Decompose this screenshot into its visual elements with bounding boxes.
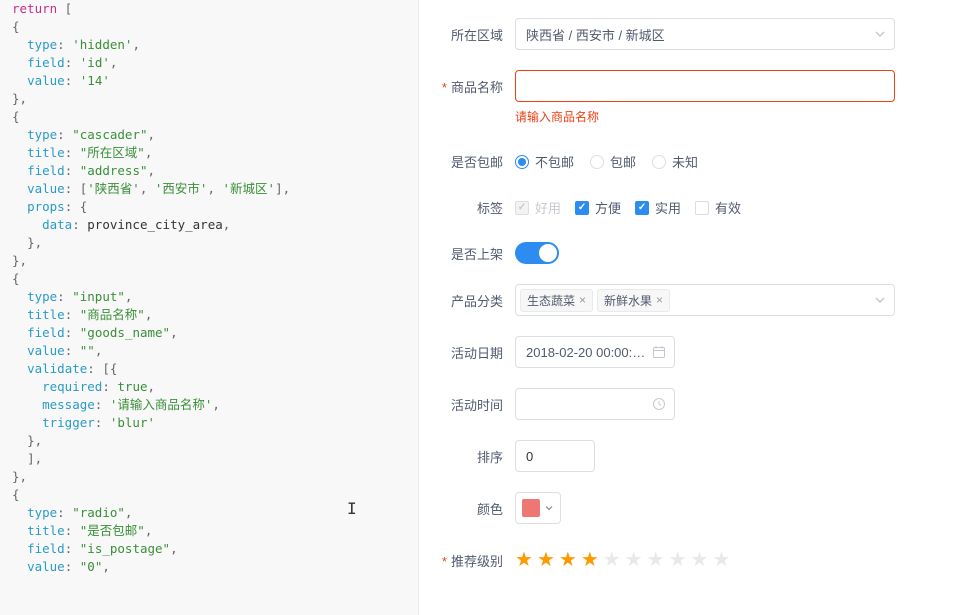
checkbox-icon: ✓	[515, 201, 529, 215]
act-time-input[interactable]	[515, 388, 675, 420]
label-region: 所在区域	[419, 18, 515, 44]
sort-value: 0	[526, 449, 533, 464]
radio-不包邮[interactable]: 不包邮	[515, 152, 574, 171]
radio-circle-icon	[652, 155, 666, 169]
on-shelf-switch[interactable]	[515, 242, 559, 264]
region-cascader[interactable]: 陕西省 / 西安市 / 新城区	[515, 18, 895, 50]
switch-knob	[539, 244, 557, 262]
goods-name-error: 请输入商品名称	[515, 108, 940, 125]
label-rate: *推荐级别	[419, 544, 515, 570]
region-value: 陕西省 / 西安市 / 新城区	[526, 25, 665, 44]
chevron-down-icon	[874, 294, 886, 306]
chevron-down-icon	[874, 28, 886, 40]
label-act-time: 活动时间	[419, 388, 515, 414]
star-8[interactable]: ★	[669, 547, 687, 572]
radio-circle-icon	[590, 155, 604, 169]
star-2[interactable]: ★	[537, 547, 555, 572]
star-10[interactable]: ★	[712, 547, 730, 572]
checkbox-实用[interactable]: ✓ 实用	[635, 198, 681, 217]
checkbox-label: 有效	[715, 198, 741, 217]
label-act-date: 活动日期	[419, 336, 515, 362]
star-9[interactable]: ★	[691, 547, 709, 572]
tag-label: 生态蔬菜	[527, 292, 575, 309]
label-tags: 标签	[419, 191, 515, 217]
checkbox-icon: ✓	[635, 201, 649, 215]
radio-label: 未知	[672, 152, 698, 171]
field-goods-name: *商品名称 请输入商品名称	[419, 70, 940, 125]
field-rate: *推荐级别 ★★★★★★★★★★	[419, 544, 940, 572]
label-goods-name: *商品名称	[419, 70, 515, 96]
color-picker[interactable]	[515, 492, 561, 524]
field-on-shelf: 是否上架	[419, 237, 940, 264]
code-listing: return [{ type: 'hidden', field: 'id', v…	[12, 0, 406, 576]
field-act-time: 活动时间	[419, 388, 940, 420]
tag-新鲜水果: 新鲜水果 ×	[597, 289, 670, 312]
clock-icon	[652, 397, 666, 411]
star-5[interactable]: ★	[603, 547, 621, 572]
close-icon[interactable]: ×	[579, 293, 586, 307]
checkbox-icon: ✓	[575, 201, 589, 215]
radio-包邮[interactable]: 包邮	[590, 152, 636, 171]
checkbox-好用: ✓ 好用	[515, 198, 561, 217]
label-postage: 是否包邮	[419, 145, 515, 171]
act-date-input[interactable]: 2018-02-20 00:00:00 -	[515, 336, 675, 368]
radio-未知[interactable]: 未知	[652, 152, 698, 171]
radio-label: 包邮	[610, 152, 636, 171]
field-sort: 排序 0	[419, 440, 940, 472]
form-panel: 所在区域 陕西省 / 西安市 / 新城区 *商品名称 请输入商品名称 是否包邮 …	[419, 0, 964, 615]
field-region: 所在区域 陕西省 / 西安市 / 新城区	[419, 18, 940, 50]
tags-checkbox-group: ✓ 好用 ✓ 方便 ✓ 实用 有效	[515, 191, 940, 217]
checkbox-label: 好用	[535, 198, 561, 217]
rate-stars[interactable]: ★★★★★★★★★★	[515, 544, 940, 572]
checkbox-label: 方便	[595, 198, 621, 217]
field-act-date: 活动日期 2018-02-20 00:00:00 -	[419, 336, 940, 368]
checkbox-有效[interactable]: 有效	[695, 198, 741, 217]
field-tags: 标签 ✓ 好用 ✓ 方便 ✓ 实用 有效	[419, 191, 940, 217]
tag-生态蔬菜: 生态蔬菜 ×	[520, 289, 593, 312]
postage-radio-group: 不包邮 包邮 未知	[515, 145, 940, 171]
checkbox-icon	[695, 201, 709, 215]
field-postage: 是否包邮 不包邮 包邮 未知	[419, 145, 940, 171]
tag-label: 新鲜水果	[604, 292, 652, 309]
star-7[interactable]: ★	[647, 547, 665, 572]
star-1[interactable]: ★	[515, 547, 533, 572]
act-date-value: 2018-02-20 00:00:00 -	[526, 345, 646, 360]
radio-circle-icon	[515, 155, 529, 169]
label-sort: 排序	[419, 440, 515, 466]
goods-name-input[interactable]	[515, 70, 895, 102]
sort-input[interactable]: 0	[515, 440, 595, 472]
radio-label: 不包邮	[535, 152, 574, 171]
chevron-down-icon	[544, 503, 554, 513]
text-cursor-icon: I	[347, 500, 357, 518]
close-icon[interactable]: ×	[656, 293, 663, 307]
label-on-shelf: 是否上架	[419, 237, 515, 263]
label-category: 产品分类	[419, 284, 515, 310]
color-swatch	[522, 499, 540, 517]
label-color: 颜色	[419, 492, 515, 518]
calendar-icon	[652, 345, 666, 359]
star-4[interactable]: ★	[581, 547, 599, 572]
field-category: 产品分类 生态蔬菜 × 新鲜水果 ×	[419, 284, 940, 316]
code-panel: return [{ type: 'hidden', field: 'id', v…	[0, 0, 418, 615]
star-6[interactable]: ★	[625, 547, 643, 572]
category-select[interactable]: 生态蔬菜 × 新鲜水果 ×	[515, 284, 895, 316]
checkbox-label: 实用	[655, 198, 681, 217]
field-color: 颜色	[419, 492, 940, 524]
checkbox-方便[interactable]: ✓ 方便	[575, 198, 621, 217]
star-3[interactable]: ★	[559, 547, 577, 572]
